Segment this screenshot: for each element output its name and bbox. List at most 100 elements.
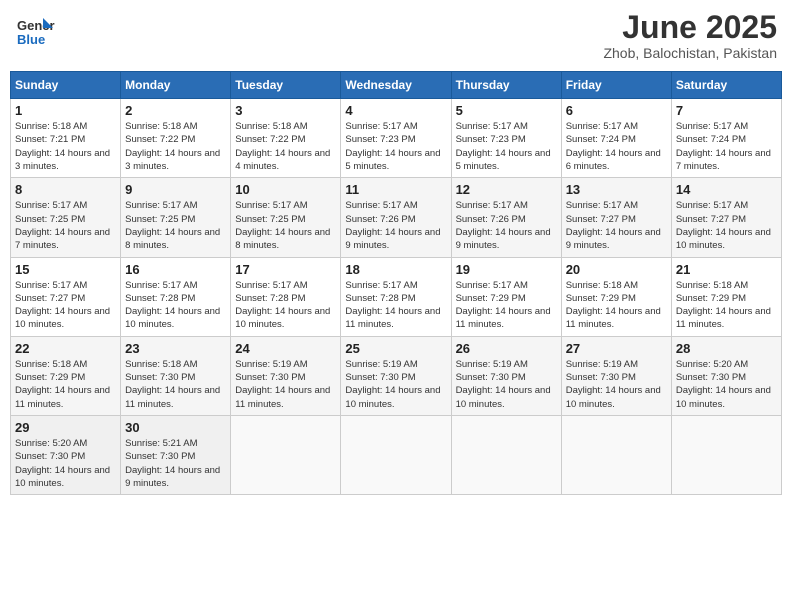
col-friday: Friday: [561, 72, 671, 99]
col-monday: Monday: [121, 72, 231, 99]
day-number: 28: [676, 341, 777, 356]
table-row: 6 Sunrise: 5:17 AM Sunset: 7:24 PM Dayli…: [561, 99, 671, 178]
calendar-table: Sunday Monday Tuesday Wednesday Thursday…: [10, 71, 782, 495]
table-row: 24 Sunrise: 5:19 AM Sunset: 7:30 PM Dayl…: [231, 336, 341, 415]
col-thursday: Thursday: [451, 72, 561, 99]
day-number: 5: [456, 103, 557, 118]
day-info: Sunrise: 5:20 AM Sunset: 7:30 PM Dayligh…: [15, 437, 116, 490]
table-row: 4 Sunrise: 5:17 AM Sunset: 7:23 PM Dayli…: [341, 99, 451, 178]
table-row: 26 Sunrise: 5:19 AM Sunset: 7:30 PM Dayl…: [451, 336, 561, 415]
day-info: Sunrise: 5:17 AM Sunset: 7:25 PM Dayligh…: [125, 199, 226, 252]
day-number: 30: [125, 420, 226, 435]
day-info: Sunrise: 5:18 AM Sunset: 7:29 PM Dayligh…: [676, 279, 777, 332]
table-row: 7 Sunrise: 5:17 AM Sunset: 7:24 PM Dayli…: [671, 99, 781, 178]
day-number: 6: [566, 103, 667, 118]
day-number: 2: [125, 103, 226, 118]
table-row: [671, 415, 781, 494]
day-number: 20: [566, 262, 667, 277]
calendar-header-row: Sunday Monday Tuesday Wednesday Thursday…: [11, 72, 782, 99]
table-row: 14 Sunrise: 5:17 AM Sunset: 7:27 PM Dayl…: [671, 178, 781, 257]
day-number: 25: [345, 341, 446, 356]
table-row: 16 Sunrise: 5:17 AM Sunset: 7:28 PM Dayl…: [121, 257, 231, 336]
day-number: 22: [15, 341, 116, 356]
day-number: 3: [235, 103, 336, 118]
day-info: Sunrise: 5:18 AM Sunset: 7:30 PM Dayligh…: [125, 358, 226, 411]
table-row: 28 Sunrise: 5:20 AM Sunset: 7:30 PM Dayl…: [671, 336, 781, 415]
table-row: 12 Sunrise: 5:17 AM Sunset: 7:26 PM Dayl…: [451, 178, 561, 257]
month-year-title: June 2025: [603, 10, 777, 45]
day-info: Sunrise: 5:17 AM Sunset: 7:23 PM Dayligh…: [345, 120, 446, 173]
day-number: 13: [566, 182, 667, 197]
day-info: Sunrise: 5:17 AM Sunset: 7:23 PM Dayligh…: [456, 120, 557, 173]
table-row: 30 Sunrise: 5:21 AM Sunset: 7:30 PM Dayl…: [121, 415, 231, 494]
table-row: 23 Sunrise: 5:18 AM Sunset: 7:30 PM Dayl…: [121, 336, 231, 415]
table-row: 3 Sunrise: 5:18 AM Sunset: 7:22 PM Dayli…: [231, 99, 341, 178]
table-row: 8 Sunrise: 5:17 AM Sunset: 7:25 PM Dayli…: [11, 178, 121, 257]
table-row: [451, 415, 561, 494]
table-row: 27 Sunrise: 5:19 AM Sunset: 7:30 PM Dayl…: [561, 336, 671, 415]
table-row: 11 Sunrise: 5:17 AM Sunset: 7:26 PM Dayl…: [341, 178, 451, 257]
day-number: 17: [235, 262, 336, 277]
day-info: Sunrise: 5:18 AM Sunset: 7:21 PM Dayligh…: [15, 120, 116, 173]
logo: General Blue: [15, 10, 59, 50]
day-info: Sunrise: 5:17 AM Sunset: 7:25 PM Dayligh…: [15, 199, 116, 252]
day-info: Sunrise: 5:17 AM Sunset: 7:28 PM Dayligh…: [125, 279, 226, 332]
day-number: 18: [345, 262, 446, 277]
title-block: June 2025 Zhob, Balochistan, Pakistan: [603, 10, 777, 61]
location-subtitle: Zhob, Balochistan, Pakistan: [603, 45, 777, 61]
table-row: 22 Sunrise: 5:18 AM Sunset: 7:29 PM Dayl…: [11, 336, 121, 415]
table-row: 9 Sunrise: 5:17 AM Sunset: 7:25 PM Dayli…: [121, 178, 231, 257]
day-number: 11: [345, 182, 446, 197]
day-number: 8: [15, 182, 116, 197]
calendar-body: 1 Sunrise: 5:18 AM Sunset: 7:21 PM Dayli…: [11, 99, 782, 495]
day-number: 9: [125, 182, 226, 197]
table-row: 13 Sunrise: 5:17 AM Sunset: 7:27 PM Dayl…: [561, 178, 671, 257]
day-number: 10: [235, 182, 336, 197]
day-info: Sunrise: 5:17 AM Sunset: 7:27 PM Dayligh…: [676, 199, 777, 252]
col-saturday: Saturday: [671, 72, 781, 99]
day-number: 12: [456, 182, 557, 197]
day-number: 15: [15, 262, 116, 277]
day-number: 29: [15, 420, 116, 435]
table-row: 19 Sunrise: 5:17 AM Sunset: 7:29 PM Dayl…: [451, 257, 561, 336]
day-info: Sunrise: 5:17 AM Sunset: 7:28 PM Dayligh…: [235, 279, 336, 332]
day-info: Sunrise: 5:17 AM Sunset: 7:26 PM Dayligh…: [456, 199, 557, 252]
col-wednesday: Wednesday: [341, 72, 451, 99]
day-info: Sunrise: 5:18 AM Sunset: 7:29 PM Dayligh…: [15, 358, 116, 411]
table-row: 29 Sunrise: 5:20 AM Sunset: 7:30 PM Dayl…: [11, 415, 121, 494]
day-info: Sunrise: 5:17 AM Sunset: 7:29 PM Dayligh…: [456, 279, 557, 332]
svg-text:Blue: Blue: [17, 32, 45, 47]
table-row: 25 Sunrise: 5:19 AM Sunset: 7:30 PM Dayl…: [341, 336, 451, 415]
day-number: 7: [676, 103, 777, 118]
day-number: 19: [456, 262, 557, 277]
day-number: 4: [345, 103, 446, 118]
col-sunday: Sunday: [11, 72, 121, 99]
calendar-week-row: 8 Sunrise: 5:17 AM Sunset: 7:25 PM Dayli…: [11, 178, 782, 257]
day-info: Sunrise: 5:19 AM Sunset: 7:30 PM Dayligh…: [235, 358, 336, 411]
day-info: Sunrise: 5:17 AM Sunset: 7:25 PM Dayligh…: [235, 199, 336, 252]
calendar-week-row: 15 Sunrise: 5:17 AM Sunset: 7:27 PM Dayl…: [11, 257, 782, 336]
day-info: Sunrise: 5:17 AM Sunset: 7:24 PM Dayligh…: [566, 120, 667, 173]
day-number: 21: [676, 262, 777, 277]
day-info: Sunrise: 5:18 AM Sunset: 7:22 PM Dayligh…: [235, 120, 336, 173]
day-info: Sunrise: 5:18 AM Sunset: 7:22 PM Dayligh…: [125, 120, 226, 173]
table-row: 18 Sunrise: 5:17 AM Sunset: 7:28 PM Dayl…: [341, 257, 451, 336]
table-row: [561, 415, 671, 494]
day-info: Sunrise: 5:17 AM Sunset: 7:27 PM Dayligh…: [15, 279, 116, 332]
table-row: [341, 415, 451, 494]
day-info: Sunrise: 5:17 AM Sunset: 7:24 PM Dayligh…: [676, 120, 777, 173]
col-tuesday: Tuesday: [231, 72, 341, 99]
table-row: 20 Sunrise: 5:18 AM Sunset: 7:29 PM Dayl…: [561, 257, 671, 336]
table-row: 21 Sunrise: 5:18 AM Sunset: 7:29 PM Dayl…: [671, 257, 781, 336]
day-number: 1: [15, 103, 116, 118]
calendar-week-row: 29 Sunrise: 5:20 AM Sunset: 7:30 PM Dayl…: [11, 415, 782, 494]
day-info: Sunrise: 5:17 AM Sunset: 7:28 PM Dayligh…: [345, 279, 446, 332]
table-row: 2 Sunrise: 5:18 AM Sunset: 7:22 PM Dayli…: [121, 99, 231, 178]
day-number: 24: [235, 341, 336, 356]
day-number: 16: [125, 262, 226, 277]
day-info: Sunrise: 5:17 AM Sunset: 7:27 PM Dayligh…: [566, 199, 667, 252]
day-info: Sunrise: 5:21 AM Sunset: 7:30 PM Dayligh…: [125, 437, 226, 490]
table-row: 17 Sunrise: 5:17 AM Sunset: 7:28 PM Dayl…: [231, 257, 341, 336]
table-row: 15 Sunrise: 5:17 AM Sunset: 7:27 PM Dayl…: [11, 257, 121, 336]
day-info: Sunrise: 5:19 AM Sunset: 7:30 PM Dayligh…: [566, 358, 667, 411]
